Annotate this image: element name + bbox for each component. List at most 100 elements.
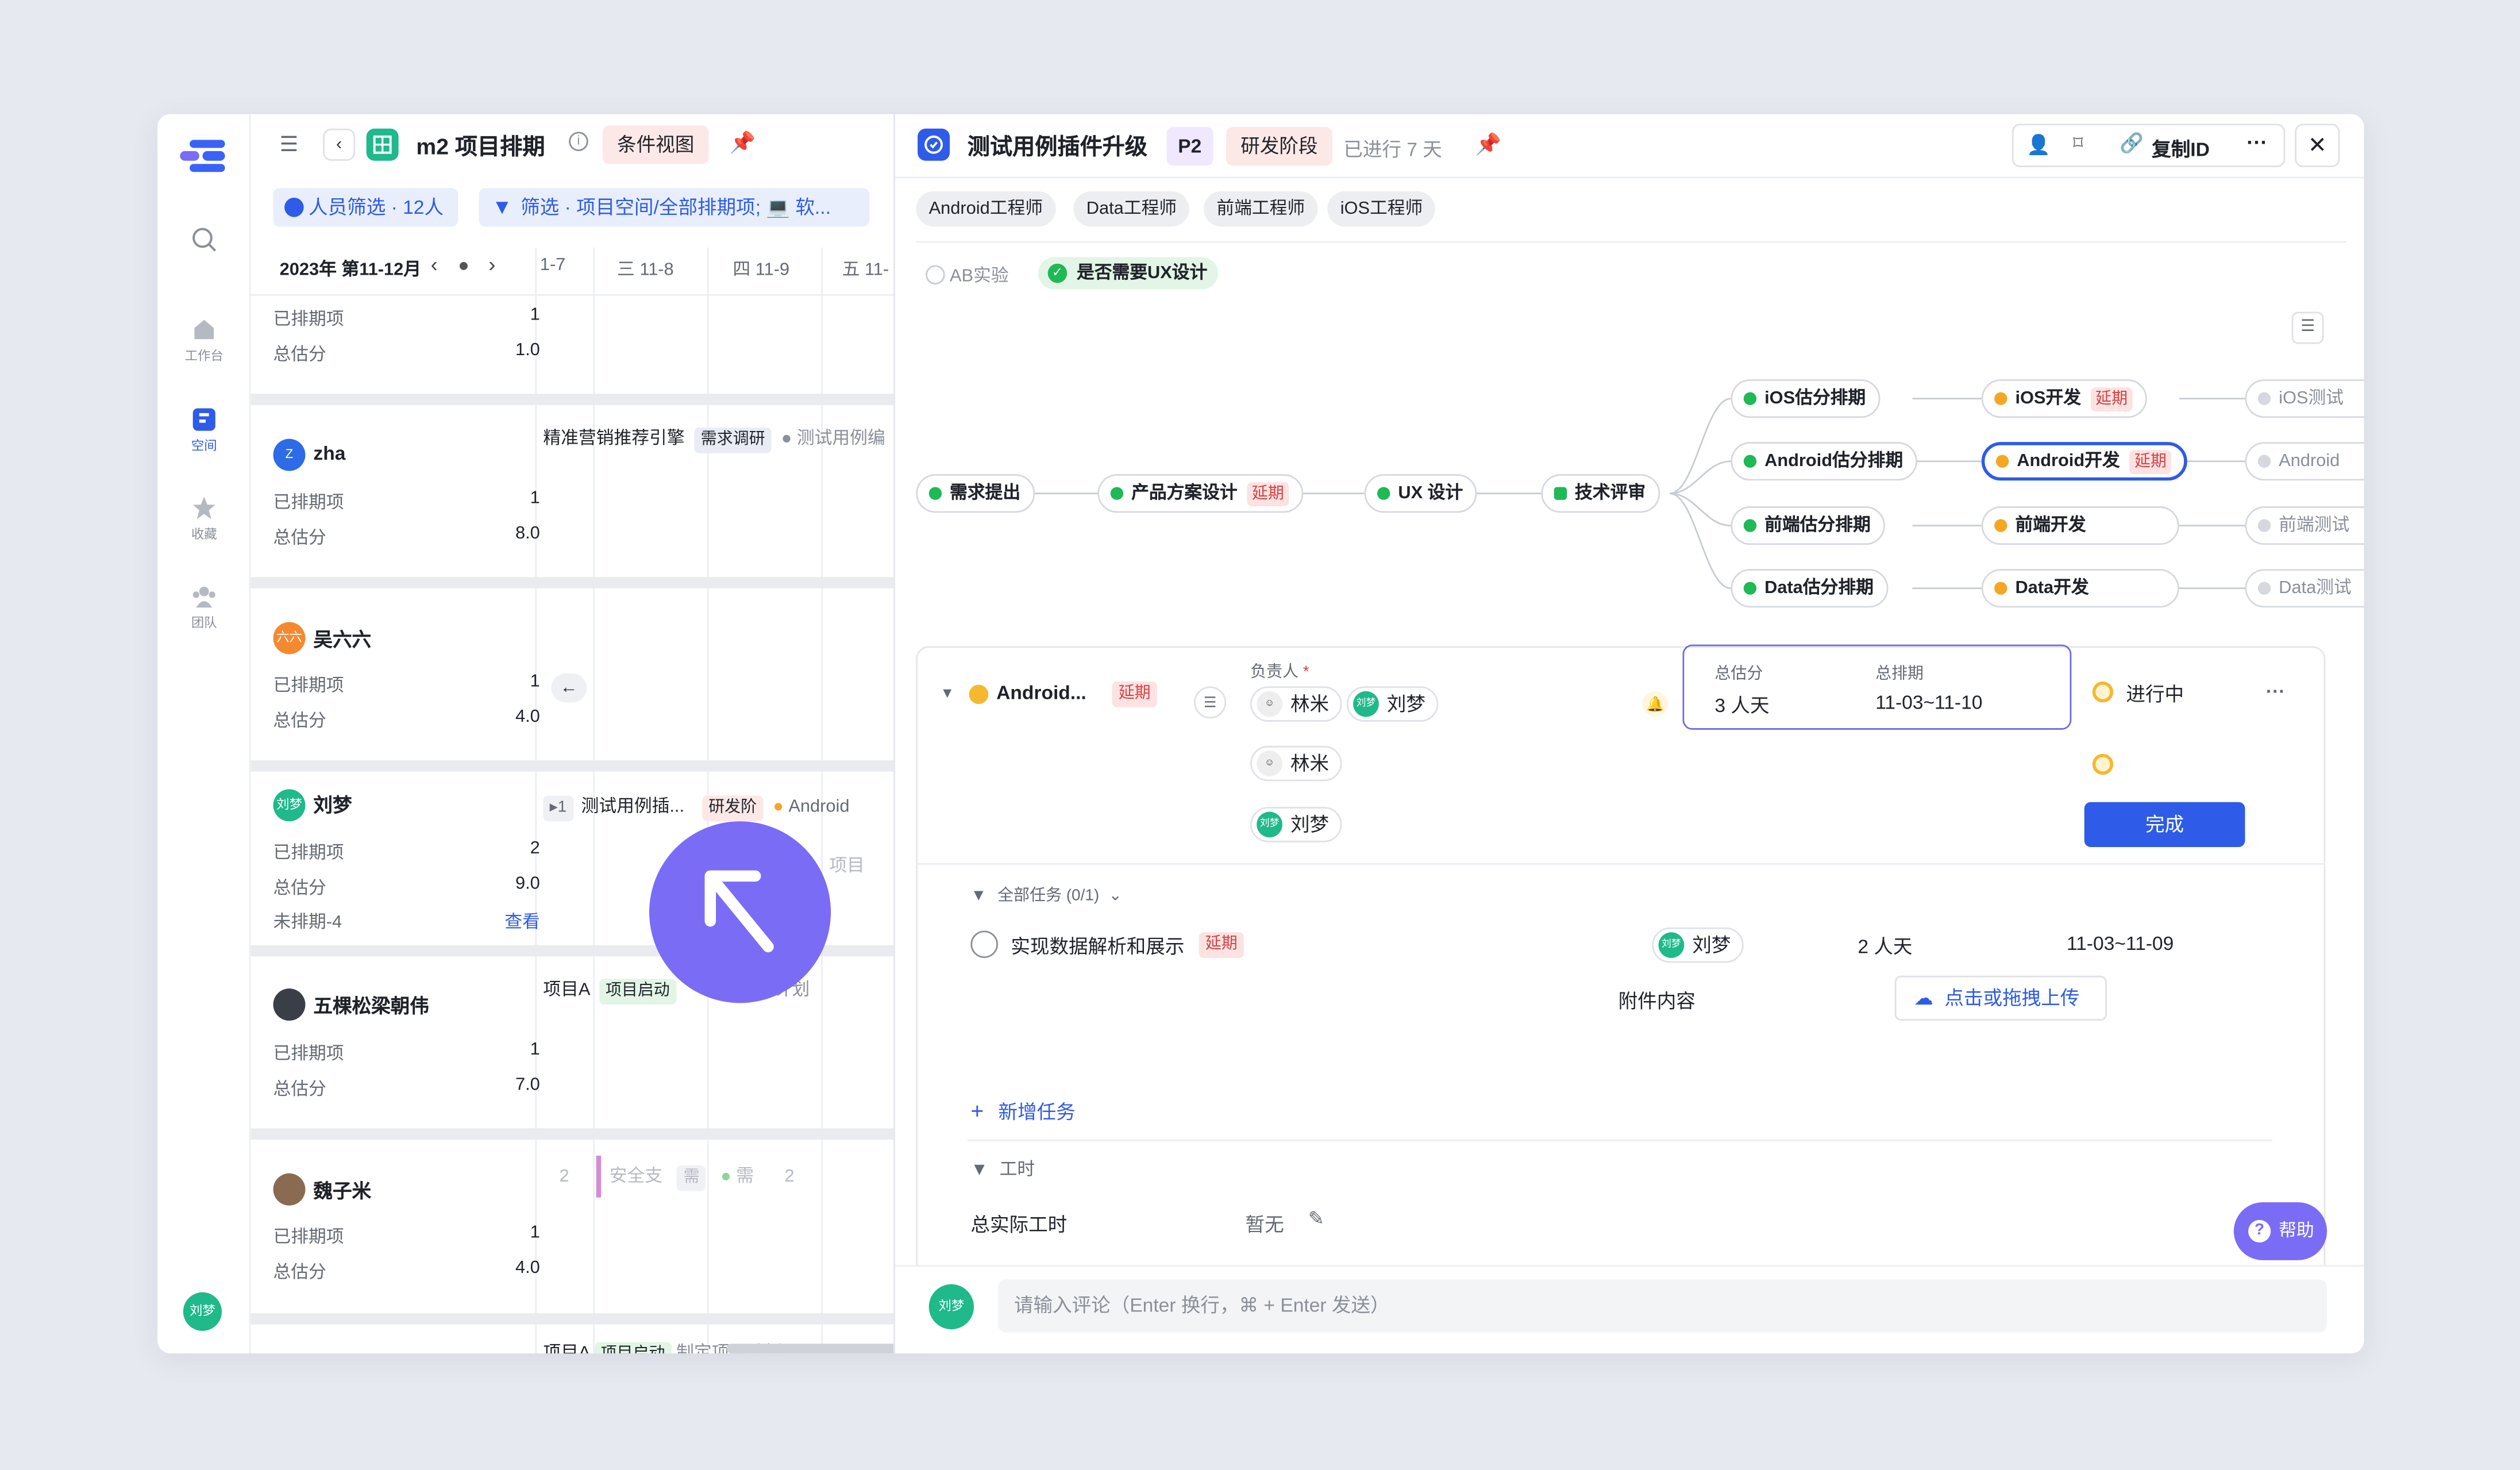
task-bar-faded[interactable]: 项目 (829, 852, 865, 878)
rail-workbench[interactable]: 工作台 (157, 317, 251, 365)
person-filter-button[interactable]: 人员筛选 · 12人 (273, 188, 458, 227)
upload-button[interactable]: ☁ 点击或拖拽上传 (1894, 975, 2107, 1021)
help-button[interactable]: ? 帮助 (2233, 1202, 2328, 1260)
task-bar[interactable]: ▸1 测试用例插... 研发阶 ● Android (543, 792, 849, 822)
schedule-panel: ☰ ‹ m2 项目排期 i 条件视图 📌 人员筛选 · 12人 ▼ 筛选 · 项… (251, 114, 1249, 1354)
scheduled-label: 已排期项 1 (273, 1223, 540, 1248)
flow-node[interactable]: 需求提出 (916, 474, 1035, 513)
search-icon[interactable] (157, 226, 251, 257)
flow-node[interactable]: Data估分排期 (1731, 569, 1889, 608)
task-checkbox[interactable] (970, 930, 998, 959)
user-avatar[interactable]: 刘梦 (183, 1292, 222, 1331)
team-icon (192, 586, 215, 608)
collapse-card-icon[interactable]: ▼ (940, 685, 954, 701)
view-link[interactable]: 查看 (479, 908, 540, 934)
collapse-sidebar-icon[interactable]: ☰ (280, 132, 299, 157)
person-name: 吴六六 (313, 628, 372, 651)
task-bar[interactable]: 精准营销推荐引擎 需求调研 ● 测试用例编 (543, 424, 885, 453)
estimate-box[interactable]: 总估分 3 人天 总排期 11-03~11-10 (1682, 644, 2072, 730)
status-dot-icon (969, 684, 989, 705)
add-task-button[interactable]: + 新增任务 (970, 1098, 1075, 1125)
flow-node[interactable]: 前端开发 (1981, 506, 2179, 545)
owner-pill[interactable]: ☺ 林米 (1250, 745, 1342, 782)
prev-period-icon[interactable]: ‹ (431, 252, 438, 276)
flow-node[interactable]: 技术评审 (1541, 474, 1660, 513)
rail-space[interactable]: 空间 (157, 407, 251, 455)
person-name: 五棵松梁朝伟 (313, 995, 429, 1018)
pin-icon[interactable]: 📌 (730, 130, 756, 156)
back-button[interactable]: ‹ (323, 128, 356, 161)
unscheduled-label: 未排期-4 查看 (273, 908, 540, 934)
task-effort[interactable]: 2 人天 (1858, 932, 1912, 960)
rail-team[interactable]: 团队 (157, 583, 251, 632)
today-dot-icon[interactable] (459, 261, 468, 270)
flow-node[interactable]: Data开发 (1981, 569, 2179, 608)
task-dates[interactable]: 11-03~11-09 (2067, 932, 2174, 955)
user-circle-icon (284, 198, 304, 217)
home-icon (194, 320, 214, 340)
flow-node[interactable]: Android (2245, 442, 2364, 481)
flow-node-active[interactable]: Android开发 延期 (1981, 442, 2188, 481)
edit-icon[interactable]: ✎ (1308, 1207, 1324, 1230)
col-header-0: 1-7 (540, 255, 566, 275)
estimate-label: 总估分 4.0 (273, 1259, 540, 1283)
flow-node[interactable]: 前端估分排期 (1731, 506, 1885, 545)
schedule-value: 11-03~11-10 (1875, 691, 1983, 714)
all-tasks-toggle[interactable]: ▼ 全部任务 (0/1) ⌄ (970, 881, 1122, 905)
filter-label: 筛选 · 项目空间/全部排期项; 💻 软... (521, 196, 831, 219)
owner-pill[interactable]: 刘梦 刘梦 (1250, 807, 1342, 842)
rail-team-label: 团队 (191, 615, 217, 630)
estimate-value: 1.0 (515, 340, 540, 360)
estimate-label: 总估分 8.0 (273, 524, 540, 548)
filter-icon: ▼ (491, 194, 513, 219)
actual-hours-label: 总实际工时 (970, 1213, 1068, 1236)
flow-node[interactable]: iOS开发 延期 (1981, 379, 2147, 418)
detail-panel: 测试用例插件升级 P2 研发阶段 已进行 7 天 📌 👤 ⌑ 🔗 复制ID ··… (893, 114, 2364, 1354)
flow-node[interactable]: Android估分排期 (1731, 442, 1918, 481)
rail-space-label: 空间 (191, 438, 217, 453)
flow-node[interactable]: iOS估分排期 (1731, 379, 1881, 418)
cursor-overlay (649, 821, 831, 1003)
comment-avatar: 刘梦 (928, 1284, 974, 1330)
task-name[interactable]: 实现数据解析和展示 (1011, 932, 1184, 960)
node-name: Android... (996, 681, 1086, 705)
app-window: 工作台 空间 收藏 团队 刘梦 ☰ ‹ m2 项目排期 i 条件视图 📌 人员筛… (157, 114, 2364, 1354)
card-more-icon[interactable]: ··· (2266, 680, 2286, 702)
owner-pill[interactable]: 刘梦 刘梦 (1346, 686, 1439, 722)
flow-node[interactable]: 前端测试 (2245, 506, 2364, 545)
col-header-2: 四 11-9 (733, 260, 790, 280)
info-icon[interactable]: i (569, 132, 588, 151)
estimate-label: 总估分 9.0 (273, 874, 540, 899)
estimate-label: 总估分 (1714, 665, 1763, 683)
avatar: 刘梦 (273, 789, 306, 822)
scroll-left-icon[interactable]: ← (551, 673, 587, 703)
owner-pill[interactable]: ☺ 林米 (1250, 686, 1342, 722)
comment-input[interactable]: 请输入评论（Enter 换行，⌘ + Enter 发送） (997, 1279, 2328, 1333)
list-icon[interactable]: ☰ (1194, 686, 1227, 719)
filter-button[interactable]: ▼ 筛选 · 项目空间/全部排期项; 💻 软... (479, 188, 870, 227)
complete-button[interactable]: 完成 (2084, 802, 2245, 848)
view-label[interactable]: 条件视图 (602, 125, 709, 164)
avatar (273, 1173, 306, 1206)
question-icon: ? (2248, 1219, 2271, 1243)
rail-favorites[interactable]: 收藏 (157, 495, 251, 543)
flow-connectors (1030, 398, 2245, 590)
flow-node[interactable]: UX 设计 (1364, 474, 1478, 513)
flow-node[interactable]: 产品方案设计 延期 (1097, 474, 1304, 513)
bell-icon[interactable]: 🔔 (1642, 691, 1669, 717)
left-rail: 工作台 空间 收藏 团队 刘梦 (157, 114, 251, 1354)
owner-label: 负责人 * (1250, 664, 1309, 682)
flow-node[interactable]: iOS测试 (2245, 379, 2364, 418)
next-period-icon[interactable]: › (488, 252, 495, 276)
estimate-label: 总估分 1.0 (273, 340, 540, 365)
flow-node[interactable]: Data测试 (2245, 569, 2364, 608)
hours-section-toggle[interactable]: ▼ 工时 (970, 1156, 1035, 1182)
rail-favorites-label: 收藏 (191, 527, 217, 542)
delay-badge: 延期 (1112, 681, 1157, 707)
app-logo[interactable] (180, 137, 228, 175)
task-owner-pill[interactable]: 刘梦 刘梦 (1652, 927, 1744, 963)
date-range: 2023年 第11-12月 (279, 260, 421, 280)
status-text[interactable]: 进行中 (2126, 680, 2184, 707)
sheet-icon (366, 128, 399, 161)
task-bar[interactable]: 2 安全支 需 ● 需 2 (543, 1156, 816, 1198)
